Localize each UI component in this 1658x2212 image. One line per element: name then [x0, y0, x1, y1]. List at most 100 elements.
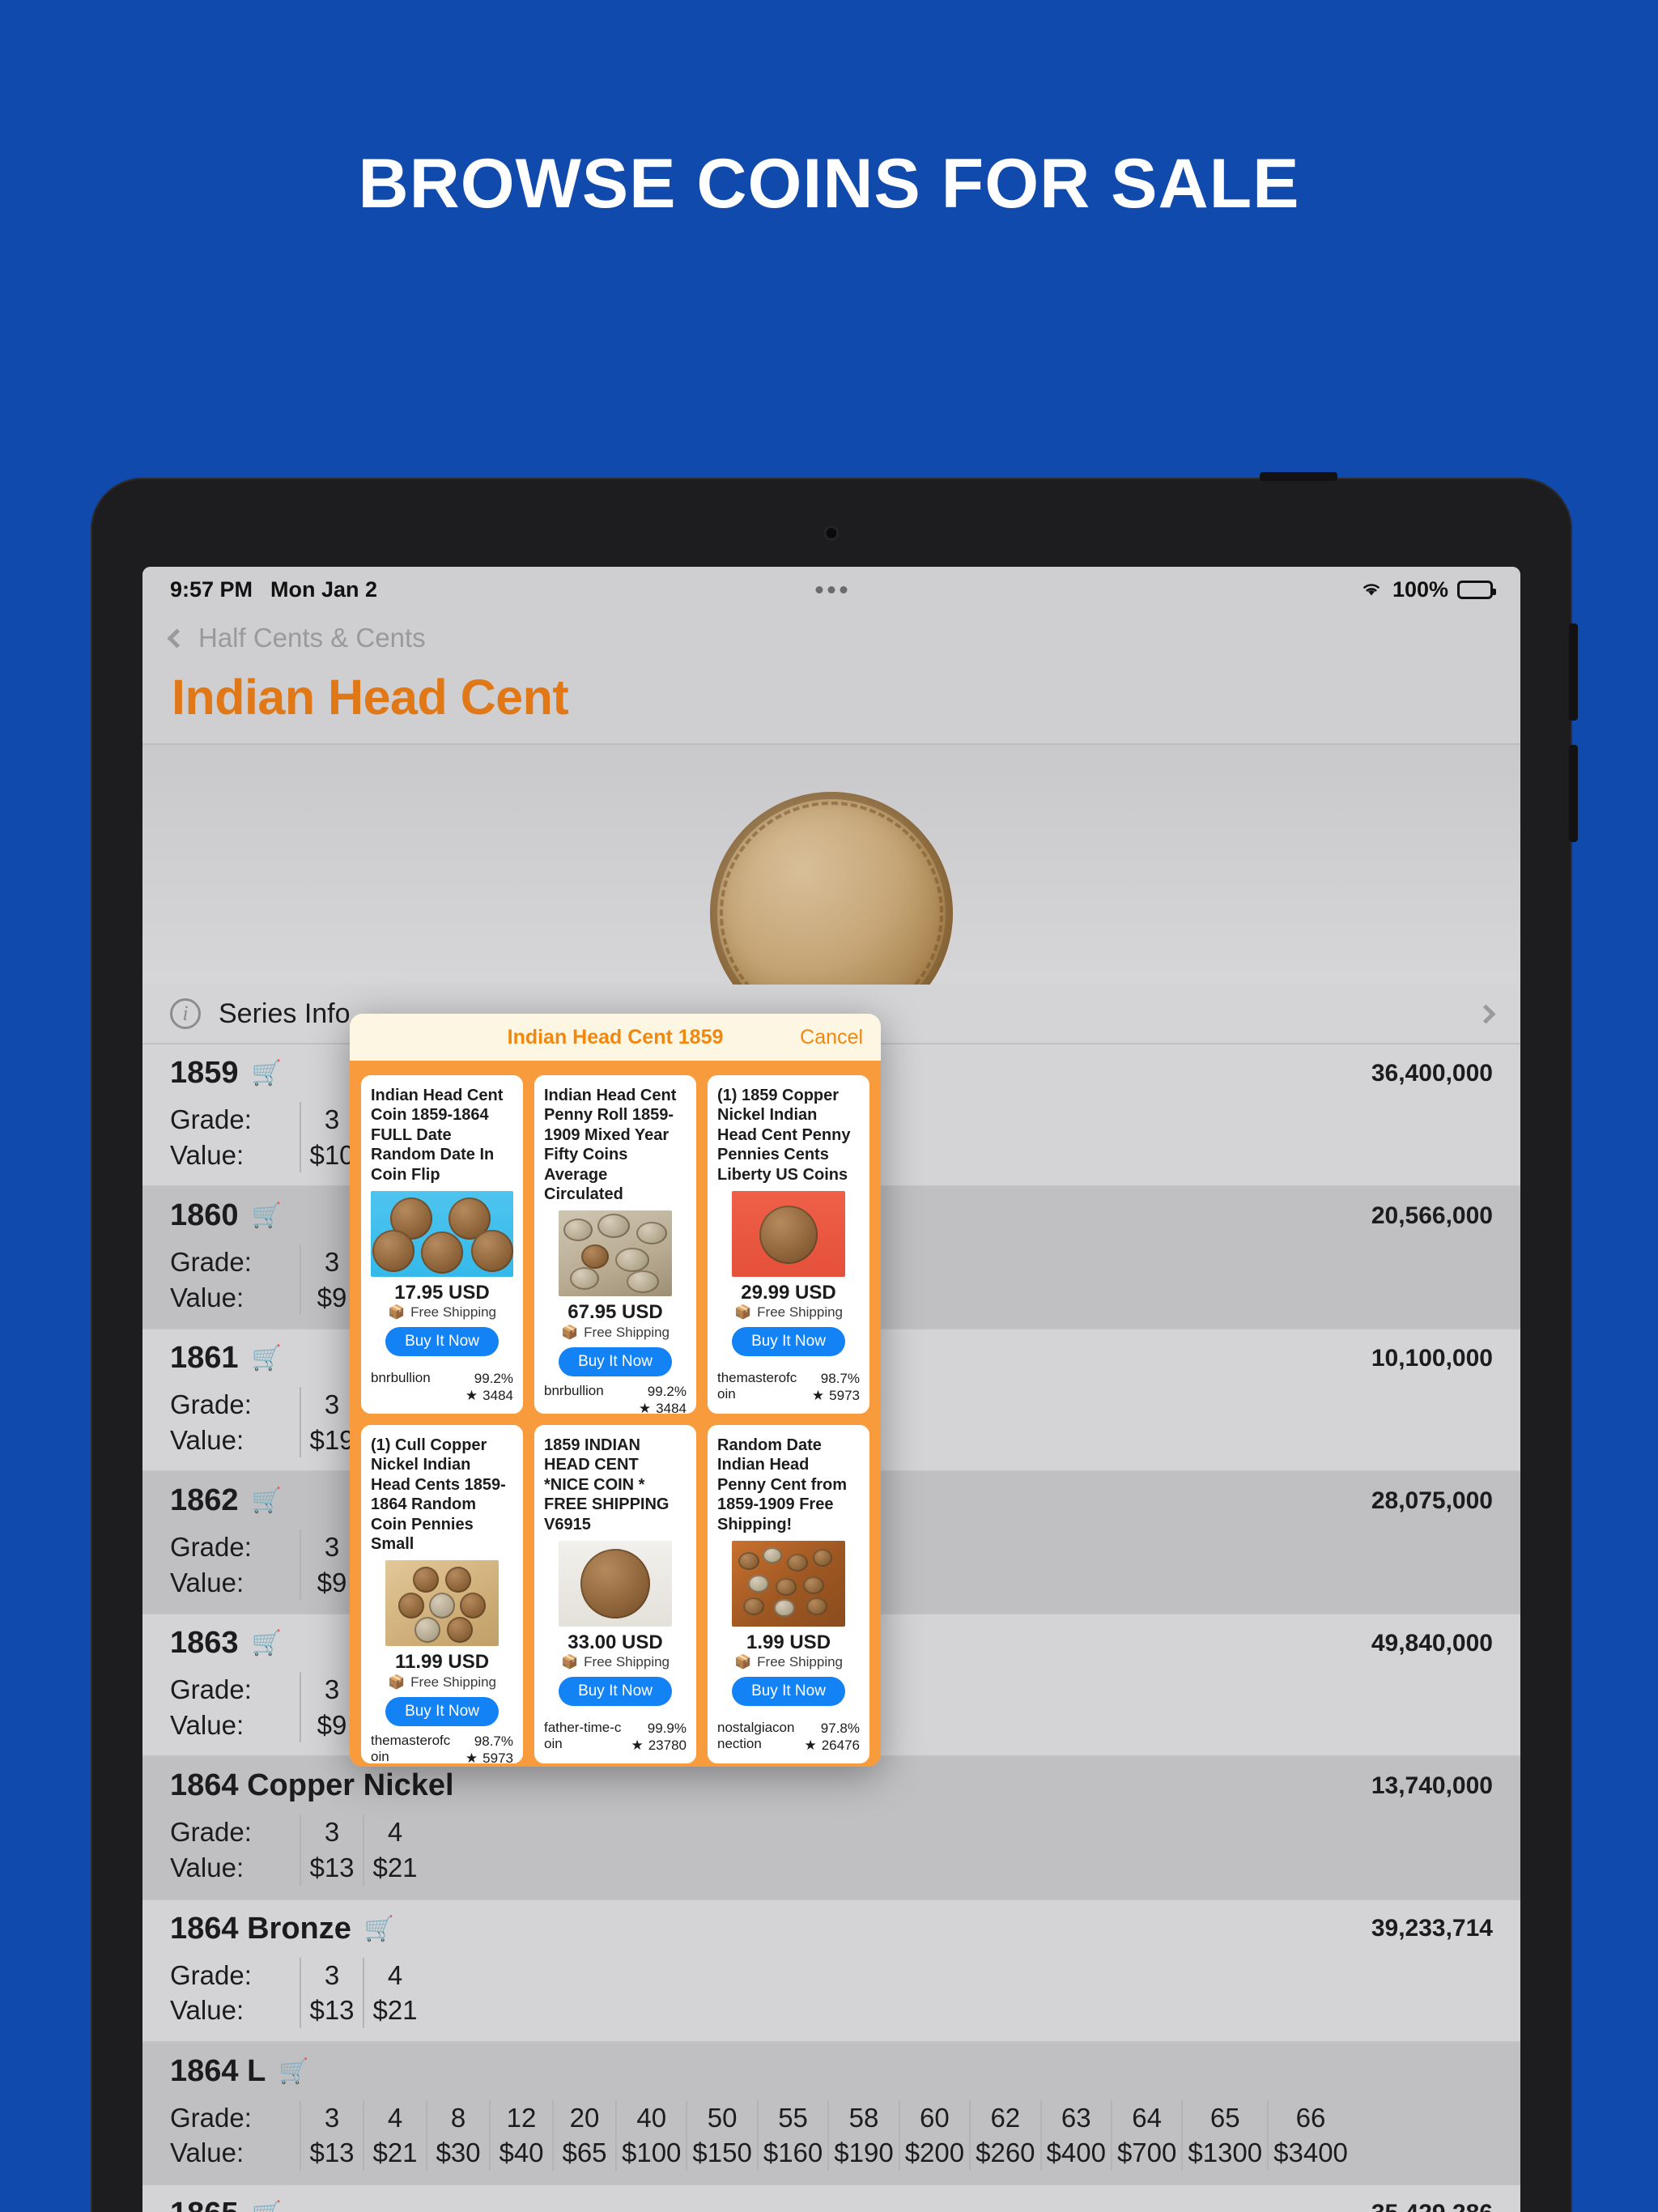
modal-header: Indian Head Cent 1859 Cancel	[350, 1014, 881, 1061]
status-bar: 9:57 PM Mon Jan 2 100%	[142, 567, 1520, 612]
shopping-cart-icon[interactable]: 🛒	[252, 1202, 282, 1230]
listing-image	[371, 1190, 513, 1277]
value-cell: $700	[1116, 2138, 1177, 2168]
list-item[interactable]: Indian Head Cent Coin 1859-1864 FULL Dat…	[361, 1075, 523, 1414]
grade-label: Grade:	[170, 1389, 252, 1420]
handle-dot	[815, 585, 823, 593]
shipping-label: Free Shipping	[410, 1674, 496, 1690]
year-label: 1863	[170, 1626, 239, 1661]
grade-label: Grade:	[170, 2102, 252, 2133]
year-label: 1864 Copper Nickel	[170, 1768, 454, 1803]
shopping-cart-icon[interactable]: 🛒	[252, 2200, 282, 2212]
shopping-cart-icon[interactable]: 🛒	[252, 1629, 282, 1657]
value-cell: $21	[372, 2138, 418, 2168]
seller-feedback: 98.7%	[474, 1733, 513, 1749]
volume-down-button[interactable]	[1569, 745, 1578, 842]
star-icon: ★	[631, 1737, 644, 1753]
listings-grid[interactable]: Indian Head Cent Coin 1859-1864 FULL Dat…	[350, 1061, 881, 1767]
table-row[interactable]: 1864 Bronze 🛒 39,233,714 Grade: Value: 3…	[142, 1899, 1520, 2043]
wifi-icon	[1363, 584, 1380, 596]
power-button[interactable]	[1260, 472, 1337, 481]
battery-icon	[1457, 580, 1496, 599]
value-cell: $40	[499, 2138, 544, 2168]
table-row[interactable]: 1864 L 🛒 Grade: Value: 3 $13 4 $21 8 $30 12…	[142, 2042, 1520, 2185]
listing-price: 67.95 USD	[568, 1301, 663, 1324]
list-item[interactable]: Indian Head Cent Penny Roll 1859-1909 Mi…	[534, 1075, 696, 1414]
list-item[interactable]: 1859 INDIAN HEAD CENT *NICE COIN * FREE …	[534, 1425, 696, 1763]
shipping-label: Free Shipping	[584, 1654, 670, 1670]
buy-it-now-button[interactable]: Buy It Now	[559, 1677, 672, 1707]
listing-title: (1) Cull Copper Nickel Indian Head Cents…	[371, 1436, 506, 1553]
grade-label: Grade:	[170, 1817, 252, 1848]
shopping-cart-icon[interactable]: 🛒	[278, 2057, 308, 2086]
listing-price: 11.99 USD	[394, 1651, 490, 1674]
listing-price: 1.99 USD	[746, 1631, 831, 1653]
year-label: 1864 Bronze	[170, 1911, 351, 1946]
star-icon: ★	[465, 1387, 478, 1403]
volume-up-button[interactable]	[1569, 623, 1578, 721]
seller-info: bnrbullion 99.2% ★ 3484	[544, 1376, 687, 1414]
shopping-cart-icon[interactable]: 🛒	[252, 1059, 282, 1087]
value-label: Value:	[170, 1424, 244, 1455]
shipping-info: 📦 Free Shipping	[717, 1304, 860, 1321]
listing-title: Indian Head Cent Coin 1859-1864 FULL Dat…	[371, 1087, 504, 1184]
package-box-icon: 📦	[560, 1654, 579, 1670]
value-cell: $260	[976, 2138, 1035, 2168]
list-item[interactable]: Random Date Indian Head Penny Cent from …	[708, 1425, 869, 1763]
buy-it-now-button[interactable]: Buy It Now	[385, 1696, 499, 1726]
grade-cell: 64	[1132, 2102, 1163, 2133]
mintage-value: 49,840,000	[1371, 1629, 1493, 1657]
table-row[interactable]: 1864 Copper Nickel 13,740,000 Grade: Val…	[142, 1757, 1520, 1900]
battery-percent-label: 100%	[1392, 576, 1448, 602]
page-title: Indian Head Cent	[172, 670, 569, 725]
package-box-icon: 📦	[387, 1674, 406, 1690]
grade-cell: 3	[324, 1817, 340, 1848]
shopping-cart-icon[interactable]: 🛒	[252, 1344, 282, 1372]
seller-feedback: 99.2%	[647, 1383, 687, 1399]
tablet-screen: 9:57 PM Mon Jan 2 100% Half Cents & Cent…	[142, 567, 1520, 2212]
chevron-right-icon[interactable]	[1476, 1003, 1496, 1024]
seller-rating-count: 5973	[829, 1387, 860, 1403]
listing-price: 17.95 USD	[394, 1281, 490, 1304]
chevron-left-icon[interactable]	[167, 627, 187, 649]
back-button-label[interactable]: Half Cents & Cents	[198, 623, 426, 653]
handle-dot	[827, 585, 835, 593]
shopping-cart-icon[interactable]: 🛒	[364, 1915, 394, 1943]
hero-coin-banner	[142, 745, 1520, 985]
buy-it-now-button[interactable]: Buy It Now	[559, 1346, 672, 1376]
seller-info: bnrbullion 99.2% ★ 3484	[371, 1363, 513, 1405]
value-label: Value:	[170, 1995, 244, 2026]
grade-cell: 3	[324, 1959, 340, 1990]
mintage-value: 10,100,000	[1371, 1344, 1493, 1372]
seller-rating-count: 3484	[483, 1387, 513, 1403]
shopping-cart-icon[interactable]: 🛒	[252, 1487, 282, 1515]
value-cell: $190	[834, 2138, 894, 2168]
navigation-bar: Half Cents & Cents	[142, 612, 1520, 664]
buy-it-now-button[interactable]: Buy It Now	[385, 1327, 499, 1357]
grade-cell: 4	[387, 1959, 403, 1990]
status-date: Mon Jan 2	[270, 576, 378, 602]
listing-title: 1859 INDIAN HEAD CENT *NICE COIN * FREE …	[544, 1436, 670, 1534]
cancel-button[interactable]: Cancel	[800, 1026, 863, 1049]
list-item[interactable]: (1) Cull Copper Nickel Indian Head Cents…	[361, 1425, 523, 1763]
buy-it-now-button[interactable]: Buy It Now	[732, 1677, 845, 1707]
mintage-value: 36,400,000	[1371, 1059, 1493, 1087]
multitask-handle[interactable]	[815, 585, 848, 593]
seller-info: nostalgiaconnection 97.8% ★ 26476	[717, 1713, 860, 1755]
value-cell: $30	[436, 2138, 481, 2168]
front-camera-icon	[826, 528, 837, 538]
grade-cell: 8	[450, 2102, 466, 2133]
list-item[interactable]: (1) 1859 Copper Nickel Indian Head Cent …	[708, 1075, 869, 1414]
shipping-info: 📦 Free Shipping	[544, 1654, 687, 1670]
value-cell: $100	[622, 2138, 682, 2168]
table-row[interactable]: 1865 🛒 35,429,286 Grade: 3 4 8 12 20 40	[142, 2184, 1520, 2212]
star-icon: ★	[811, 1387, 825, 1403]
seller-name: bnrbullion	[544, 1382, 604, 1398]
buy-it-now-button[interactable]: Buy It Now	[732, 1327, 845, 1357]
mintage-value: 28,075,000	[1371, 1487, 1493, 1514]
value-label: Value:	[170, 1139, 244, 1170]
grade-cell: 4	[387, 2102, 403, 2133]
package-box-icon: 📦	[560, 1324, 579, 1340]
shipping-label: Free Shipping	[757, 1304, 843, 1321]
seller-rating-count: 23780	[648, 1737, 687, 1753]
